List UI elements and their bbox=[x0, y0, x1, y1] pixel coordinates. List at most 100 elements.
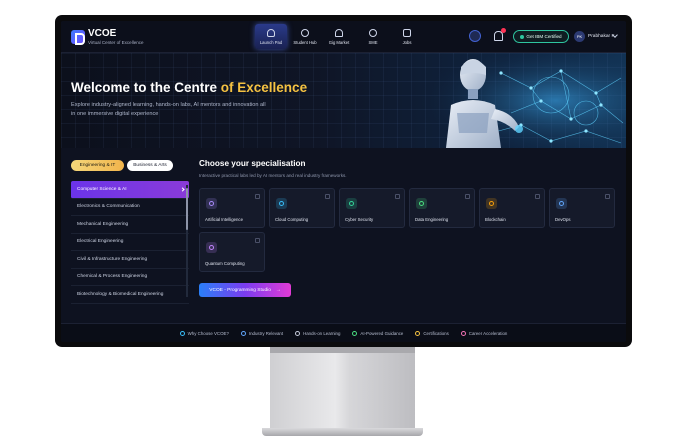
sidebar-item-label: Chemical & Process Engineering bbox=[77, 274, 148, 280]
chevron-right-icon bbox=[180, 187, 185, 192]
nav-label: Jobs bbox=[402, 39, 412, 45]
sidebar-item-label: Computer Science & AI bbox=[77, 186, 127, 192]
vcoe-logo-icon[interactable] bbox=[71, 30, 85, 45]
infinity-icon bbox=[556, 198, 567, 209]
hero-banner: Welcome to the Centre of Excellence Expl… bbox=[61, 53, 626, 148]
code-icon bbox=[295, 330, 301, 336]
hero-description: Explore industry-aligned learning, hands… bbox=[71, 102, 266, 117]
card-blockchain[interactable]: Blockchain bbox=[479, 188, 545, 228]
footer-why-choose[interactable]: Why Choose VCOE? bbox=[179, 330, 229, 336]
card-quantum-computing[interactable]: Quantum Computing bbox=[199, 232, 265, 272]
nav-label: Gig Market bbox=[328, 39, 350, 45]
studio-button-label: VCOE - Programming Studio bbox=[209, 287, 271, 293]
card-label: Cloud Computing bbox=[275, 217, 309, 222]
info-icon bbox=[179, 330, 185, 336]
footer-ai-guidance[interactable]: AI-Powered Guidance bbox=[352, 330, 404, 336]
card-checkbox[interactable] bbox=[465, 194, 470, 199]
brain-icon bbox=[206, 198, 217, 209]
card-data-engineering[interactable]: Data Engineering bbox=[409, 188, 475, 228]
ai-assistant-icon[interactable] bbox=[469, 30, 481, 42]
footer-label: Career Acceleration bbox=[468, 330, 508, 336]
briefcase-icon bbox=[403, 28, 411, 37]
cloud-icon bbox=[276, 198, 287, 209]
card-label: Artificial Intelligence bbox=[205, 217, 243, 222]
user-icon bbox=[335, 28, 343, 37]
rocket-icon bbox=[267, 28, 275, 37]
card-checkbox[interactable] bbox=[605, 194, 610, 199]
sidebar-scrollbar-thumb[interactable] bbox=[186, 188, 188, 230]
card-label: Quantum Computing bbox=[205, 261, 245, 266]
sidebar-item-computer-science-ai[interactable]: Computer Science & AI bbox=[71, 181, 189, 199]
section-title: Choose your specialisation bbox=[199, 159, 306, 168]
footer-career-acceleration[interactable]: Career Acceleration bbox=[460, 330, 508, 336]
hero-title-prefix: Welcome to the Centre bbox=[71, 80, 221, 95]
database-icon bbox=[416, 198, 427, 209]
programming-studio-button[interactable]: VCOE - Programming Studio → bbox=[199, 283, 291, 297]
sidebar-item-biotechnology[interactable]: Biotechnology & Biomedical Engineering bbox=[71, 286, 189, 304]
nav-jobs[interactable]: Jobs bbox=[391, 24, 423, 49]
sidebar-item-civil[interactable]: Civil & Infrastructure Engineering bbox=[71, 251, 189, 269]
nav-gig-market[interactable]: Gig Market bbox=[323, 24, 355, 49]
nav-label: Student Hub bbox=[293, 39, 317, 45]
card-label: Cyber Security bbox=[345, 217, 374, 222]
avatar[interactable]: PK bbox=[574, 31, 585, 42]
card-checkbox[interactable] bbox=[395, 194, 400, 199]
card-devops[interactable]: DevOps bbox=[549, 188, 615, 228]
app-screen: VCOE Virtual Center of Excellence Launch… bbox=[61, 21, 626, 342]
hub-icon bbox=[301, 28, 309, 37]
card-checkbox[interactable] bbox=[255, 194, 260, 199]
hero-title-accent: of Excellence bbox=[220, 80, 308, 95]
card-artificial-intelligence[interactable]: Artificial Intelligence bbox=[199, 188, 265, 228]
nav-student-hub[interactable]: Student Hub bbox=[289, 24, 321, 49]
sidebar-item-mechanical[interactable]: Mechanical Engineering bbox=[71, 216, 189, 234]
desktop-stage: VCOE Virtual Center of Excellence Launch… bbox=[0, 0, 685, 443]
tab-engineering-it[interactable]: Engineering & IT bbox=[71, 160, 124, 171]
rocket-icon bbox=[460, 330, 466, 336]
card-checkbox[interactable] bbox=[255, 238, 260, 243]
card-label: Data Engineering bbox=[415, 217, 449, 222]
arrow-right-icon: → bbox=[275, 287, 281, 293]
ibm-badge-icon bbox=[520, 34, 525, 39]
sidebar-item-electronics[interactable]: Electronics & Communication bbox=[71, 199, 189, 216]
sidebar-item-label: Biotechnology & Biomedical Engineering bbox=[77, 291, 164, 297]
nav-sme[interactable]: SME bbox=[357, 24, 389, 49]
footer-hands-on[interactable]: Hands-on Learning bbox=[295, 330, 341, 336]
blockchain-icon bbox=[486, 198, 497, 209]
sidebar-item-label: Mechanical Engineering bbox=[77, 221, 129, 227]
footer-label: Hands-on Learning bbox=[303, 330, 341, 336]
ibm-button-label: Get IBM Certified bbox=[526, 34, 562, 39]
sidebar-item-electrical[interactable]: Electrical Engineering bbox=[71, 234, 189, 251]
monitor-base bbox=[262, 428, 423, 436]
globe-icon bbox=[369, 28, 377, 37]
section-subtitle: Interactive practical labs led by AI men… bbox=[199, 173, 347, 178]
hero-title: Welcome to the Centre of Excellence bbox=[71, 80, 307, 95]
sidebar-item-chemical[interactable]: Chemical & Process Engineering bbox=[71, 269, 189, 286]
monitor-stand bbox=[270, 347, 415, 431]
nav-label: Launch Pad bbox=[259, 39, 283, 45]
shield-icon bbox=[346, 198, 357, 209]
card-cyber-security[interactable]: Cyber Security bbox=[339, 188, 405, 228]
footer-label: Why Choose VCOE? bbox=[187, 330, 229, 336]
brand-name[interactable]: VCOE bbox=[88, 28, 116, 39]
thumbs-up-icon bbox=[352, 330, 358, 336]
building-icon bbox=[240, 330, 246, 336]
card-label: Blockchain bbox=[485, 217, 506, 222]
footer-industry-relevant[interactable]: Industry Relevant bbox=[240, 330, 283, 336]
nav-launch-pad[interactable]: Launch Pad bbox=[255, 24, 287, 49]
ai-robot-illustration bbox=[391, 53, 626, 148]
card-checkbox[interactable] bbox=[535, 194, 540, 199]
user-name[interactable]: Prabhakar K bbox=[588, 34, 615, 39]
feature-footer: Why Choose VCOE? Industry Relevant Hands… bbox=[61, 323, 626, 342]
main-nav: Launch Pad Student Hub Gig Market SME Jo… bbox=[255, 24, 423, 49]
atom-icon bbox=[206, 242, 217, 253]
footer-certifications[interactable]: Certifications bbox=[415, 330, 449, 336]
certificate-icon bbox=[415, 330, 421, 336]
card-checkbox[interactable] bbox=[325, 194, 330, 199]
footer-label: AI-Powered Guidance bbox=[360, 330, 404, 336]
tab-business-arts[interactable]: Business & Arts bbox=[127, 160, 173, 171]
card-cloud-computing[interactable]: Cloud Computing bbox=[269, 188, 335, 228]
sidebar-item-label: Electronics & Communication bbox=[77, 204, 140, 210]
top-header: VCOE Virtual Center of Excellence Launch… bbox=[61, 21, 626, 53]
get-ibm-certified-button[interactable]: Get IBM Certified bbox=[513, 30, 569, 43]
sidebar-item-label: Civil & Infrastructure Engineering bbox=[77, 256, 148, 262]
